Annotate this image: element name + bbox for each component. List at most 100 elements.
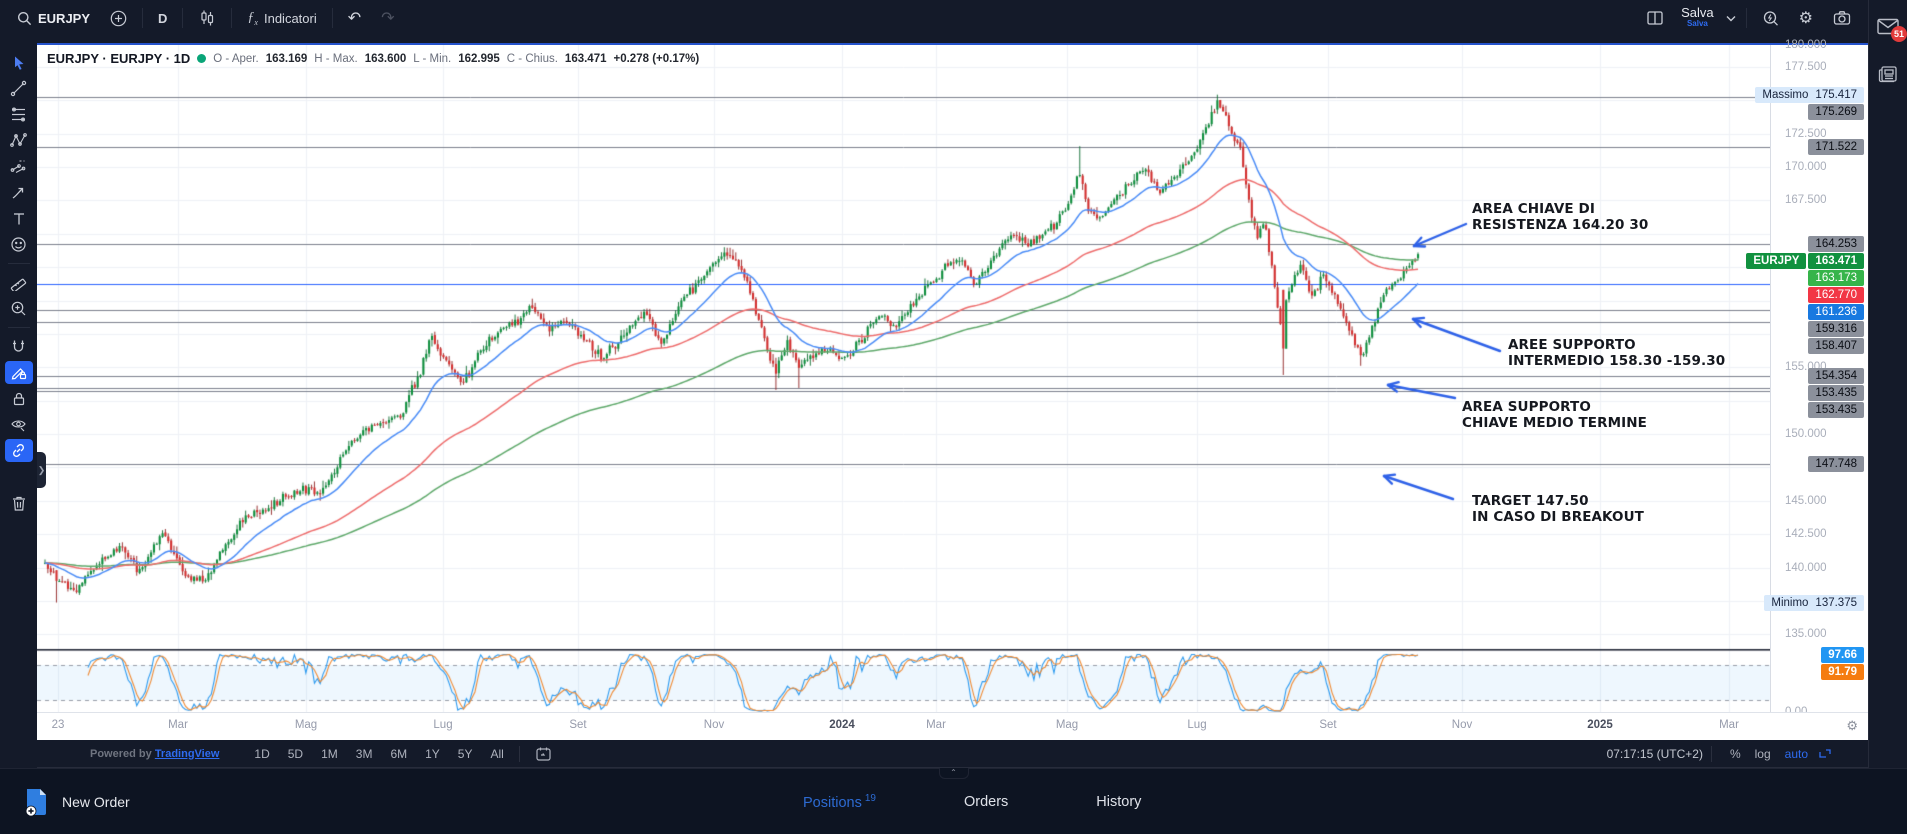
save-button[interactable]: Salva Salva [1675, 7, 1720, 29]
scale-button-%[interactable]: % [1730, 747, 1741, 761]
panel-collapse-handle[interactable]: ❯ [37, 452, 46, 488]
powered-by-label: Powered by TradingView [90, 748, 219, 760]
pattern-tool[interactable] [5, 129, 33, 152]
time-axis-label[interactable]: Lug [1187, 719, 1206, 731]
delete-drawings-tool[interactable] [5, 492, 33, 515]
range-button-1y[interactable]: 1Y [418, 745, 447, 763]
price-tick: 167.500 [1785, 194, 1827, 206]
compare-add-symbol-button[interactable] [101, 5, 136, 31]
lock-icon [11, 391, 27, 407]
screenshot-button[interactable] [1824, 5, 1860, 31]
time-axis-label[interactable]: 2025 [1587, 719, 1613, 731]
scale-button-log[interactable]: log [1755, 747, 1771, 761]
time-axis-label[interactable]: Set [1319, 719, 1336, 731]
stoch-value-badge: 97.66 [1821, 647, 1864, 663]
last-price-value: 163.471 [1808, 253, 1864, 269]
toolbar-separator [8, 327, 30, 328]
chart-text-annotation[interactable]: TARGET 147.50IN CASO DI BREAKOUT [1472, 493, 1644, 525]
time-axis-label[interactable]: 23 [52, 719, 65, 731]
settings-button[interactable]: ⚙ [1790, 5, 1822, 31]
go-to-date-button[interactable] [528, 744, 559, 764]
cursor-tool[interactable] [5, 51, 33, 74]
lock-drawings-tool[interactable] [5, 387, 33, 410]
magnet-tool[interactable] [5, 335, 33, 358]
inbox-button[interactable]: 51 [1877, 18, 1899, 35]
range-button-1d[interactable]: 1D [247, 745, 276, 763]
redo-button[interactable]: ↷ [372, 5, 403, 31]
range-button-3m[interactable]: 3M [349, 745, 380, 763]
footer-separator [519, 746, 520, 762]
tab-history[interactable]: History [1096, 794, 1141, 810]
chart-text-annotation[interactable]: AREE SUPPORTOINTERMEDIO 158.30 -159.30 [1508, 337, 1725, 369]
range-button-5y[interactable]: 5Y [451, 745, 480, 763]
legend-change: +0.278 (+0.17%) [614, 53, 700, 65]
forecast-tool[interactable] [5, 155, 33, 178]
brush-tool[interactable] [5, 181, 33, 204]
chart-text-annotation[interactable]: AREA CHIAVE DIRESISTENZA 164.20 30 [1472, 201, 1648, 233]
ohlc-label: O - Aper. [213, 53, 258, 65]
hide-drawings-tool[interactable] [5, 413, 33, 436]
scale-buttons: % logauto [1730, 747, 1808, 761]
time-axis-label[interactable]: Nov [1452, 719, 1472, 731]
ohlc-value: 162.995 [458, 53, 500, 65]
price-axis[interactable]: 180.000177.500172.500170.000167.500155.0… [1770, 45, 1868, 714]
clock-label[interactable]: 07:17:15 (UTC+2) [1607, 747, 1703, 761]
time-axis-label[interactable]: Lug [433, 719, 452, 731]
range-button-1m[interactable]: 1M [314, 745, 345, 763]
price-tick: 135.000 [1785, 628, 1827, 640]
sync-drawings-tool[interactable] [5, 439, 33, 462]
time-axis-label[interactable]: Set [569, 719, 586, 731]
time-axis-label[interactable]: Mar [926, 719, 946, 731]
chart-style-button[interactable] [189, 5, 225, 31]
emoji-tool[interactable] [5, 233, 33, 256]
ohlc-label: L - Min. [413, 53, 451, 65]
quick-search-button[interactable] [1753, 5, 1788, 31]
new-order-icon [24, 787, 50, 817]
fx-icon: ƒx [247, 10, 258, 27]
trend-line-tool[interactable] [5, 77, 33, 100]
time-axis-label[interactable]: Nov [704, 719, 724, 731]
terminal-collapse-chevron[interactable]: ⌃ [939, 768, 969, 779]
level-price-badge: 163.173 [1808, 270, 1864, 286]
time-axis[interactable]: 23 Mar Mag Lug Set Nov 2024 Mar Mag Lug Set Nov 2025… [37, 712, 1868, 740]
range-button-5d[interactable]: 5D [281, 745, 310, 763]
market-status-dot-icon[interactable] [197, 54, 206, 63]
interval-button[interactable]: D [149, 5, 176, 31]
eye-icon [10, 416, 27, 433]
time-axis-label[interactable]: Mag [295, 719, 317, 731]
new-order-button[interactable]: New Order [24, 787, 130, 817]
undo-button[interactable]: ↶ [339, 5, 370, 31]
time-axis-label[interactable]: 2024 [829, 719, 855, 731]
save-menu-chevron[interactable] [1722, 5, 1740, 31]
axis-settings-gear-icon[interactable]: ⚙ [1846, 718, 1858, 734]
scale-button-auto[interactable]: auto [1785, 747, 1808, 761]
range-button-all[interactable]: All [483, 745, 510, 763]
measure-tool[interactable] [5, 271, 33, 294]
time-axis-label[interactable]: Mag [1056, 719, 1078, 731]
news-button[interactable] [1878, 65, 1898, 83]
maximize-scale-icon[interactable] [1818, 748, 1832, 760]
symbol-search-button[interactable]: EURJPY [8, 5, 99, 31]
last-price-badge: EURJPY163.471 [1746, 253, 1864, 269]
time-axis-label[interactable]: Mar [168, 719, 188, 731]
drawing-mode-tool[interactable] [5, 361, 33, 384]
ohlc-value: 163.600 [365, 53, 407, 65]
layout-button[interactable] [1637, 5, 1673, 31]
indicators-button[interactable]: ƒx Indicatori [238, 5, 325, 31]
text-tool[interactable] [5, 207, 33, 230]
tradingview-link[interactable]: TradingView [155, 748, 220, 760]
tab-positions[interactable]: Positions19 [803, 793, 876, 811]
range-button-6m[interactable]: 6M [383, 745, 414, 763]
price-chart-canvas[interactable] [37, 45, 1770, 714]
zoom-in-icon [10, 300, 27, 317]
chart-text-annotation[interactable]: AREA SUPPORTOCHIAVE MEDIO TERMINE [1462, 399, 1647, 431]
link-icon [10, 442, 27, 459]
pencil-lock-icon [10, 364, 27, 381]
fib-tool[interactable] [5, 103, 33, 126]
legend-symbol-title[interactable]: EURJPY · EURJPY · 1D [47, 51, 190, 66]
tab-orders[interactable]: Orders [964, 794, 1008, 810]
zoom-in-tool[interactable] [5, 297, 33, 320]
left-stack: EURJPY D ƒx Indicatori [0, 0, 1868, 768]
chart-region[interactable]: EURJPY · EURJPY · 1D O - Aper.163.169H -… [37, 45, 1770, 714]
time-axis-label[interactable]: Mar [1719, 719, 1739, 731]
